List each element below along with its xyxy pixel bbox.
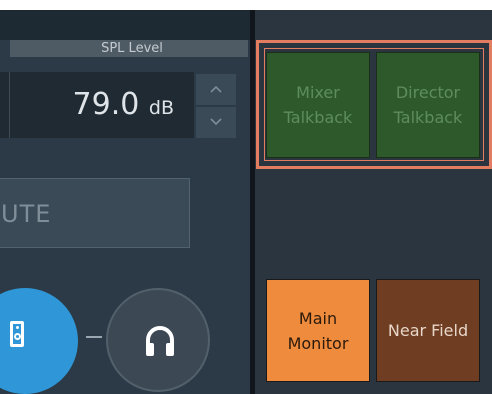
mixer-talkback-line1: Mixer (296, 83, 340, 102)
spl-value-number: 79.0 (72, 87, 140, 122)
headphone-icon (146, 326, 174, 356)
spl-value-edge (0, 72, 10, 138)
near-field-label: Near Field (387, 321, 469, 340)
spl-decrease-button[interactable] (196, 107, 236, 138)
spl-level-header: SPL Level (10, 40, 248, 57)
mixer-talkback-line2: Talkback (283, 108, 353, 127)
director-talkback-line1: Director (395, 83, 461, 102)
main-monitor-line2: Monitor (287, 333, 349, 353)
spl-control-panel: SPL Level 79.0 dB UTE (0, 10, 250, 394)
panel-top-strip (0, 10, 250, 40)
near-field-button[interactable]: Near Field (376, 279, 480, 382)
mute-button[interactable]: UTE (0, 178, 190, 248)
spl-increase-button[interactable] (196, 74, 236, 105)
speaker-source-button[interactable] (0, 288, 78, 394)
spl-value-field[interactable]: 79.0 dB (10, 72, 194, 138)
spl-value-display: 79.0 dB (73, 87, 174, 126)
headphone-source-button[interactable] (106, 288, 210, 392)
spl-value-unit: dB (148, 97, 174, 119)
app-window: SPL Level 79.0 dB UTE Mixer Talkback Dir… (0, 0, 492, 394)
director-talkback-line2: Talkback (393, 108, 463, 127)
source-connector (86, 336, 102, 338)
director-talkback-button[interactable]: Director Talkback (376, 52, 480, 158)
main-monitor-button[interactable]: Main Monitor (266, 279, 370, 382)
speaker-icon (10, 321, 24, 347)
main-monitor-line1: Main (298, 308, 338, 328)
chevron-down-icon (210, 118, 222, 126)
chevron-up-icon (210, 85, 222, 93)
mixer-talkback-button[interactable]: Mixer Talkback (266, 52, 370, 158)
